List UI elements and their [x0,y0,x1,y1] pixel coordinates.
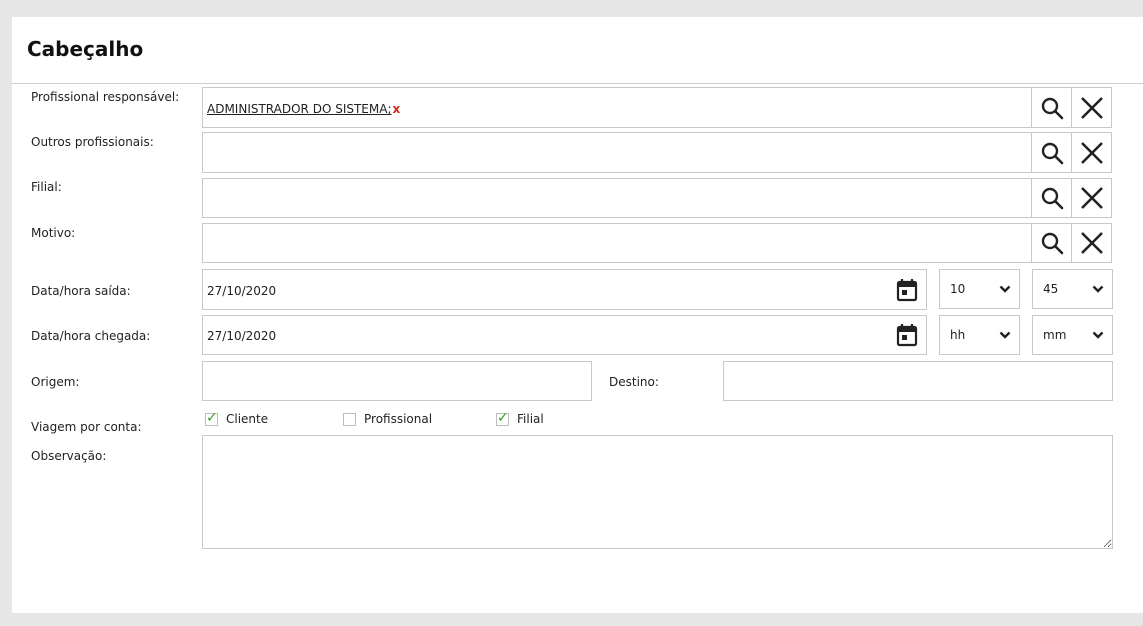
close-icon [1080,187,1103,209]
chegada-label: Data/hora chegada: [31,329,151,343]
observacao-textarea[interactable] [202,435,1113,549]
saida-hour-value: 10 [950,282,966,296]
chegada-date-input[interactable]: 27/10/2020 [202,315,927,355]
remove-professional-button[interactable]: x [393,102,401,116]
filial-clear-button[interactable] [1071,179,1111,217]
check-icon: ✓ [497,409,509,426]
profissional-actions [1031,88,1111,127]
chevron-down-icon [999,285,1011,293]
saida-label: Data/hora saída: [31,284,131,298]
profissional-search-button[interactable] [1031,88,1071,127]
filial-search-button[interactable] [1031,179,1071,217]
motivo-label: Motivo: [31,226,76,240]
chegada-date-value: 27/10/2020 [207,329,277,343]
outros-search-button[interactable] [1031,133,1071,172]
observacao-label: Observação: [31,449,107,463]
viagem-label: Viagem por conta: [31,420,142,434]
chegada-calendar-button[interactable] [889,317,925,353]
title-divider [12,83,1143,84]
origem-label: Origem: [31,375,80,389]
saida-calendar-button[interactable] [889,272,925,308]
chegada-hour-value: hh [950,328,966,342]
calendar-icon [896,279,918,302]
close-icon [1080,96,1103,119]
chegada-minute-select[interactable]: mm [1032,315,1113,355]
outros-clear-button[interactable] [1071,133,1111,172]
checkbox-profissional[interactable]: Profissional [343,412,432,426]
close-icon [1080,141,1103,164]
profissional-label: Profissional responsável: [31,90,180,104]
motivo-actions [1031,224,1111,262]
filial-checkbox-box[interactable]: ✓ [496,409,509,426]
chevron-down-icon [1092,331,1104,339]
profissional-clear-button[interactable] [1071,88,1111,127]
outros-label: Outros profissionais: [31,135,154,149]
search-icon [1041,97,1063,119]
check-icon: ✓ [206,409,218,426]
search-icon [1041,232,1063,255]
filial-checkbox-label: Filial [517,412,544,426]
saida-minute-select[interactable]: 45 [1032,269,1113,309]
outros-actions [1031,133,1111,172]
chegada-minute-value: mm [1043,328,1067,342]
destino-label: Destino: [609,375,659,389]
saida-minute-value: 45 [1043,282,1059,296]
profissional-field[interactable]: ADMINISTRADOR DO SISTEMA;x [202,87,1112,128]
filial-label: Filial: [31,180,62,194]
filial-field[interactable] [202,178,1112,218]
selected-professional-link[interactable]: ADMINISTRADOR DO SISTEMA; [207,102,392,116]
calendar-icon [896,324,918,347]
profissional-checkbox-box[interactable] [343,412,356,426]
checkbox-filial[interactable]: ✓ Filial [496,409,544,426]
cliente-checkbox-label: Cliente [226,412,269,426]
search-icon [1041,187,1063,210]
destino-input[interactable] [723,361,1113,401]
outros-field[interactable] [202,132,1112,173]
search-icon [1041,142,1063,164]
saida-date-value: 27/10/2020 [207,284,277,298]
motivo-field[interactable] [202,223,1112,263]
close-icon [1080,232,1103,254]
profissional-selected: ADMINISTRADOR DO SISTEMA;x [207,102,400,116]
motivo-search-button[interactable] [1031,224,1071,262]
origem-input[interactable] [202,361,592,401]
filial-actions [1031,179,1111,217]
motivo-clear-button[interactable] [1071,224,1111,262]
chevron-down-icon [999,331,1011,339]
section-title: Cabeçalho [27,37,144,61]
checkbox-cliente[interactable]: ✓ Cliente [205,409,269,426]
saida-hour-select[interactable]: 10 [939,269,1020,309]
cliente-checkbox-box[interactable]: ✓ [205,409,218,426]
chegada-hour-select[interactable]: hh [939,315,1020,355]
profissional-checkbox-label: Profissional [364,412,433,426]
chevron-down-icon [1092,285,1104,293]
header-panel: Cabeçalho Profissional responsável: ADMI… [12,17,1143,613]
saida-date-input[interactable]: 27/10/2020 [202,269,927,310]
